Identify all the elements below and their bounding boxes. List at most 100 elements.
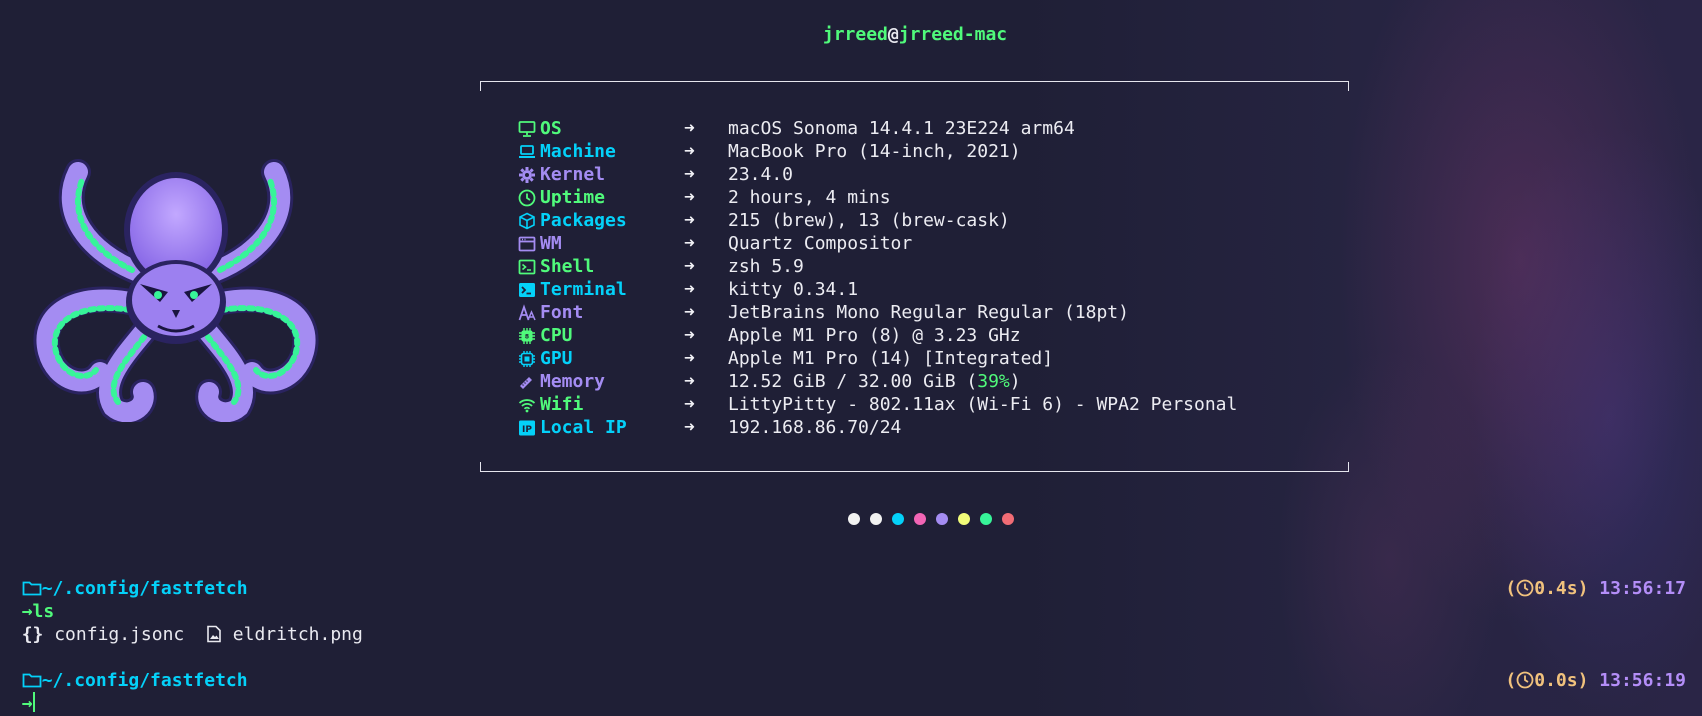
gpu-icon	[519, 351, 535, 367]
info-row-wifi: Wifi ➜ LittyPitty - 802.11ax (Wi-Fi 6) -…	[518, 393, 1237, 416]
prompt-time: 13:56:19	[1599, 670, 1686, 691]
arrow-icon: ➜	[684, 348, 695, 369]
palette-dot	[848, 513, 860, 525]
info-row-terminal: Terminal ➜ kitty 0.34.1	[518, 278, 858, 301]
arrow-icon: ➜	[684, 118, 695, 139]
info-key: WM	[540, 233, 562, 254]
json-file-icon: {}	[21, 624, 44, 645]
palette-dot	[892, 513, 904, 525]
stopwatch-icon	[1516, 579, 1534, 597]
cpu-icon: 8	[519, 328, 535, 344]
current-directory: ~/.config/fastfetch	[41, 578, 248, 599]
info-row-os: OS ➜ macOS Sonoma 14.4.1 23E224 arm64	[518, 117, 1075, 140]
window-icon	[518, 236, 536, 252]
info-value: LittyPitty - 802.11ax (Wi-Fi 6) - WPA2 P…	[728, 394, 1238, 415]
box-top-border	[480, 81, 1349, 91]
prompt-status: (0.4s) 13:56:17	[1505, 578, 1686, 599]
color-palette	[848, 513, 1014, 525]
info-row-font: Font ➜ JetBrains Mono Regular Regular (1…	[518, 301, 1129, 324]
package-icon	[519, 212, 535, 230]
shell-icon	[518, 259, 536, 275]
memory-icon	[520, 377, 532, 389]
palette-dot	[936, 513, 948, 525]
info-key: Packages	[540, 210, 627, 231]
info-key: Local IP	[540, 417, 627, 438]
stopwatch-icon	[1516, 671, 1534, 689]
palette-dot	[870, 513, 882, 525]
file-name: config.jsonc	[54, 624, 185, 645]
octopus-logo	[33, 159, 319, 422]
ls-output: {} config.jsonc eldritch.png	[0, 600, 363, 646]
info-key: CPU	[540, 325, 573, 346]
info-value: 192.168.86.70/24	[728, 417, 902, 438]
file-name: eldritch.png	[232, 624, 363, 645]
info-value: JetBrains Mono Regular Regular (18pt)	[728, 302, 1129, 323]
username: jrreed	[822, 24, 888, 45]
info-row-wm: WM ➜ Quartz Compositor	[518, 232, 912, 255]
palette-dot	[914, 513, 926, 525]
info-row-gpu: GPU ➜ Apple M1 Pro (14) [Integrated]	[518, 347, 1053, 370]
info-value: 12.52 GiB / 32.00 GiB (39%)	[728, 371, 1021, 392]
info-row-machine: Machine ➜ MacBook Pro (14-inch, 2021)	[518, 140, 1021, 163]
palette-dot	[958, 513, 970, 525]
info-value: 23.4.0	[728, 164, 794, 185]
arrow-icon: ➜	[684, 164, 695, 185]
arrow-icon: ➜	[684, 210, 695, 231]
monitor-icon	[518, 121, 536, 137]
arrow-icon: ➜	[684, 394, 695, 415]
arrow-icon: ➜	[684, 417, 695, 438]
font-icon	[518, 304, 536, 321]
fastfetch-info-box: OS ➜ macOS Sonoma 14.4.1 23E224 arm64 Ma…	[480, 81, 1349, 472]
memory-percent: 39%	[977, 371, 1010, 392]
info-key: Shell	[540, 256, 595, 277]
user-host-title: jrreed@jrreed-mac	[822, 24, 1008, 45]
info-row-packages: Packages ➜ 215 (brew), 13 (brew-cask)	[518, 209, 1010, 232]
info-row-shell: Shell ➜ zsh 5.9	[518, 255, 804, 278]
info-key: Machine	[540, 141, 616, 162]
info-row-local-ip: IP Local IP ➜ 192.168.86.70/24	[518, 416, 901, 439]
info-value: kitty 0.34.1	[728, 279, 859, 300]
ip-icon: IP	[519, 420, 535, 436]
svg-text:IP: IP	[522, 425, 532, 435]
arrow-icon: ➜	[684, 325, 695, 346]
info-key: Terminal	[540, 279, 627, 300]
info-rows: OS ➜ macOS Sonoma 14.4.1 23E224 arm64 Ma…	[518, 117, 1237, 439]
info-key: GPU	[540, 348, 573, 369]
info-key: Wifi	[540, 394, 584, 415]
clock-icon	[518, 189, 536, 207]
image-file-icon	[207, 625, 221, 643]
info-value: 2 hours, 4 mins	[728, 187, 891, 208]
info-value: zsh 5.9	[728, 256, 804, 277]
arrow-icon: ➜	[684, 302, 695, 323]
prompt-input-line[interactable]: →	[0, 669, 35, 715]
info-key: Font	[540, 302, 584, 323]
info-key: Uptime	[540, 187, 606, 208]
info-key: Kernel	[540, 164, 606, 185]
box-bottom-border	[480, 462, 1349, 472]
text-cursor[interactable]	[32, 692, 35, 712]
prompt-arrow-icon: →	[21, 693, 33, 714]
arrow-icon: ➜	[684, 256, 695, 277]
current-directory: ~/.config/fastfetch	[41, 670, 248, 691]
arrow-icon: ➜	[684, 279, 695, 300]
prompt-dir-line: ~/.config/fastfetch	[0, 646, 248, 692]
laptop-icon	[519, 145, 535, 158]
palette-dot	[1002, 513, 1014, 525]
info-row-kernel: Kernel ➜ 23.4.0	[518, 163, 793, 186]
prompt-time: 13:56:17	[1599, 578, 1686, 599]
info-key: OS	[540, 118, 562, 139]
arrow-icon: ➜	[684, 371, 695, 392]
command-duration: 0.0s	[1534, 670, 1578, 691]
wifi-icon	[518, 399, 536, 413]
info-value: Apple M1 Pro (14) [Integrated]	[728, 348, 1054, 369]
gear-icon	[519, 167, 535, 183]
info-row-uptime: Uptime ➜ 2 hours, 4 mins	[518, 186, 891, 209]
prompt-status: (0.0s) 13:56:19	[1505, 670, 1686, 691]
info-row-memory: Memory ➜ 12.52 GiB / 32.00 GiB (39%)	[518, 370, 1021, 393]
info-key: Memory	[540, 371, 606, 392]
arrow-icon: ➜	[684, 187, 695, 208]
info-value: macOS Sonoma 14.4.1 23E224 arm64	[728, 118, 1075, 139]
hostname: jrreed-mac	[898, 24, 1008, 45]
info-row-cpu: 8 CPU ➜ Apple M1 Pro (8) @ 3.23 GHz	[518, 324, 1021, 347]
terminal-icon	[519, 283, 535, 297]
